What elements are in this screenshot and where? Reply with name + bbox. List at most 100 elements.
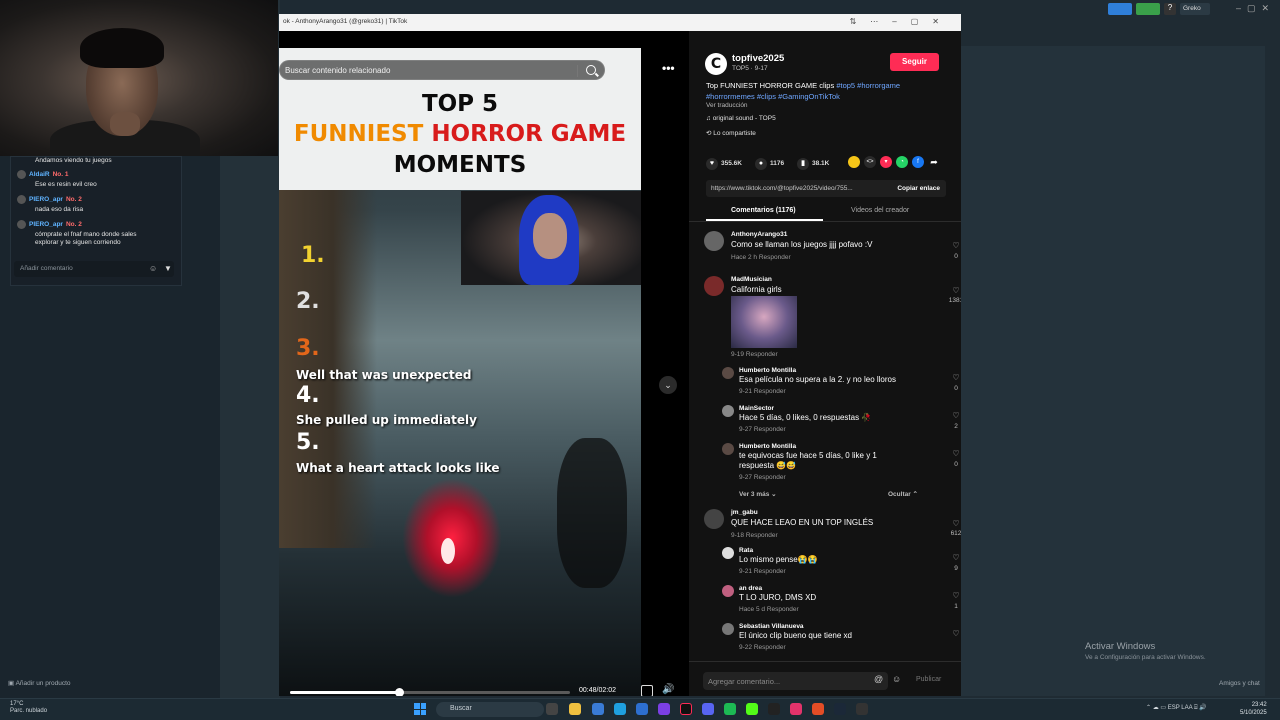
app-icon[interactable] bbox=[592, 703, 604, 715]
help-icon[interactable]: ? bbox=[1164, 3, 1176, 15]
app-icon[interactable] bbox=[768, 703, 780, 715]
system-tray[interactable]: ⌃ ☁ ▭ ESP LAA ⌸ 🔊 bbox=[1146, 704, 1207, 712]
comment-username[interactable]: an drea bbox=[739, 585, 762, 592]
taskbar-search[interactable]: Buscar bbox=[436, 702, 544, 717]
video-progress-bar[interactable] bbox=[290, 688, 570, 696]
avatar[interactable] bbox=[722, 585, 734, 597]
hide-replies[interactable]: Ocultar ⌃ bbox=[888, 490, 918, 498]
hashtag-link[interactable]: #horrormemes #clips #GamingOnTikTok bbox=[706, 92, 840, 101]
avatar[interactable] bbox=[704, 509, 724, 529]
tab-creator-videos[interactable]: Videos del creador bbox=[851, 207, 909, 214]
progress-handle[interactable] bbox=[395, 688, 405, 696]
heart-outline-icon[interactable]: ♡ bbox=[948, 373, 961, 382]
embed-icon[interactable]: <> bbox=[864, 156, 876, 168]
windows-start-icon[interactable] bbox=[414, 703, 426, 715]
avatar[interactable] bbox=[722, 623, 734, 635]
comment-item: MadMusician California girls 9-19 Respon… bbox=[704, 276, 961, 358]
comment-username[interactable]: jm_gabu bbox=[731, 509, 758, 516]
mention-icon[interactable]: @ bbox=[874, 674, 883, 684]
avatar[interactable] bbox=[704, 231, 724, 251]
more-options-icon[interactable]: ••• bbox=[662, 61, 675, 75]
translate-link[interactable]: Ver traducción bbox=[706, 102, 748, 109]
file-explorer-icon[interactable] bbox=[569, 703, 581, 715]
tab-comments[interactable]: Comentarios (1176) bbox=[731, 207, 796, 214]
tray-user[interactable]: Greko bbox=[1180, 3, 1210, 15]
send-icon[interactable]: ▼ bbox=[164, 264, 172, 273]
heart-outline-icon[interactable]: ♡ bbox=[948, 519, 961, 528]
emoji-icon[interactable]: ☺ bbox=[892, 674, 901, 684]
comment-username[interactable]: MadMusician bbox=[731, 276, 772, 283]
app-icon[interactable] bbox=[790, 703, 802, 715]
video-player[interactable]: TOP 5 FUNNIEST HORROR GAME MOMENTS Busca… bbox=[279, 31, 689, 696]
comment-username[interactable]: Rata bbox=[739, 547, 753, 554]
chevron-down-icon[interactable]: ⌄ bbox=[659, 376, 677, 394]
weather-widget[interactable]: 17°C Parc. nublado bbox=[10, 701, 47, 715]
share-arrow-icon[interactable]: ➦ bbox=[928, 156, 940, 168]
comment-input[interactable]: Agregar comentario... bbox=[703, 672, 888, 690]
share-url[interactable]: https://www.tiktok.com/@topfive2025/vide… bbox=[711, 185, 853, 192]
picture-in-picture-icon[interactable] bbox=[641, 685, 653, 696]
edge-icon[interactable] bbox=[614, 703, 626, 715]
save-button[interactable]: ▮ 38.1K bbox=[797, 158, 829, 170]
like-button[interactable]: ♥ 355.6K bbox=[706, 158, 742, 170]
publish-button[interactable]: Publicar bbox=[916, 676, 941, 683]
kick-icon[interactable] bbox=[746, 703, 758, 715]
steam-icon[interactable] bbox=[834, 703, 846, 715]
comment-username[interactable]: AnthonyArango31 bbox=[731, 231, 787, 238]
heart-outline-icon[interactable]: ♡ bbox=[948, 411, 961, 420]
tiktok-icon[interactable] bbox=[680, 703, 692, 715]
chrome-icon[interactable] bbox=[812, 703, 824, 715]
author-avatar[interactable]: C bbox=[705, 53, 727, 75]
clock[interactable]: 23:42 5/10/2025 bbox=[1240, 701, 1267, 717]
store-icon[interactable] bbox=[636, 703, 648, 715]
volume-icon[interactable]: 🔊 bbox=[662, 684, 674, 695]
avatar[interactable] bbox=[722, 367, 734, 379]
heart-outline-icon[interactable]: ♡ bbox=[948, 629, 961, 638]
comment-username[interactable]: Sebastian Villanueva bbox=[739, 623, 804, 630]
avatar[interactable] bbox=[722, 405, 734, 417]
comment-username[interactable]: Humberto Montilla bbox=[739, 367, 796, 374]
follow-button[interactable]: Seguir bbox=[890, 53, 939, 71]
avatar[interactable] bbox=[704, 276, 724, 296]
friends-chat-link[interactable]: Amigos y chat bbox=[1219, 680, 1260, 687]
task-view-icon[interactable] bbox=[546, 703, 558, 715]
desktop-window-controls[interactable]: –▢✕ bbox=[1236, 3, 1275, 14]
desktop-right-window bbox=[960, 46, 1265, 696]
heart-outline-icon[interactable]: ♡ bbox=[948, 553, 961, 562]
heart-outline-icon[interactable]: ♡ bbox=[948, 241, 961, 250]
comment-username[interactable]: Humberto Montilla bbox=[739, 443, 796, 450]
tray-green-button[interactable] bbox=[1136, 3, 1160, 15]
coin-icon[interactable] bbox=[848, 156, 860, 168]
chat-input[interactable]: Añadir comentario ☺ ▼ bbox=[14, 261, 174, 277]
share-url-box: https://www.tiktok.com/@topfive2025/vide… bbox=[706, 180, 946, 197]
window-controls[interactable]: ⇅⋯–▢✕ bbox=[850, 17, 953, 26]
comment-username[interactable]: MainSector bbox=[739, 405, 774, 412]
comment-button[interactable]: ● 1176 bbox=[755, 158, 784, 170]
obs-icon[interactable] bbox=[856, 703, 868, 715]
search-icon[interactable] bbox=[586, 65, 596, 75]
heart-outline-icon[interactable]: ♡ bbox=[948, 449, 961, 458]
related-search-input[interactable]: Buscar contenido relacionado bbox=[279, 60, 605, 80]
facebook-icon[interactable]: f bbox=[912, 156, 924, 168]
avatar[interactable] bbox=[722, 547, 734, 559]
discord-icon[interactable] bbox=[702, 703, 714, 715]
hashtag-link[interactable]: #top5 #horrorgame bbox=[836, 81, 900, 90]
activate-windows-subtitle: Ve a Configuración para activar Windows. bbox=[1085, 654, 1206, 661]
tray-blue-button[interactable] bbox=[1108, 3, 1132, 15]
app-icon[interactable] bbox=[658, 703, 670, 715]
add-product-link[interactable]: ▣ Añadir un producto bbox=[8, 679, 71, 687]
author-name[interactable]: topfive2025 bbox=[732, 53, 784, 64]
emoji-icon[interactable]: ☺ bbox=[149, 264, 157, 273]
copy-link-button[interactable]: Copiar enlace bbox=[897, 185, 940, 192]
whatsapp-icon[interactable]: ◔ bbox=[896, 156, 908, 168]
send-to-friends-icon[interactable]: ▾ bbox=[880, 156, 892, 168]
view-more-replies[interactable]: Ver 3 más ⌄ bbox=[739, 490, 777, 498]
comment-text: Como se llaman los juegos jjjj pofavo :V bbox=[731, 240, 873, 249]
avatar[interactable] bbox=[722, 443, 734, 455]
sound-link[interactable]: ♫ original sound - TOP5 bbox=[706, 115, 776, 122]
heart-outline-icon[interactable]: ♡ bbox=[948, 591, 961, 600]
comment-text: T LO JURO, DMS XD bbox=[739, 593, 817, 602]
comment-image[interactable] bbox=[731, 296, 797, 348]
heart-outline-icon[interactable]: ♡ bbox=[948, 286, 961, 295]
app-icon[interactable] bbox=[724, 703, 736, 715]
